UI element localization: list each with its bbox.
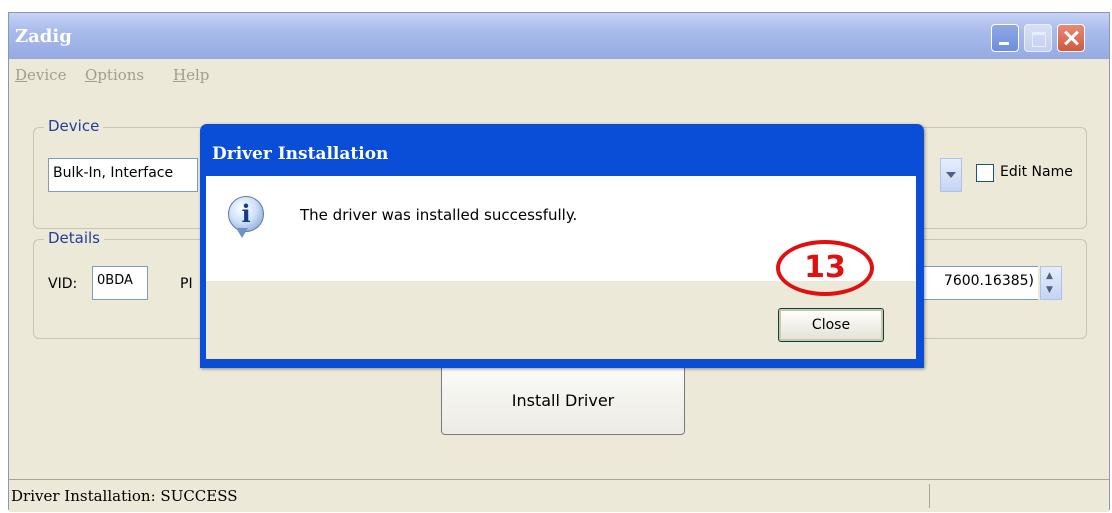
device-select[interactable]: Bulk-In, Interface [48, 158, 198, 192]
dialog-title: Driver Installation [212, 144, 389, 164]
driver-version-field[interactable]: 7600.16385) [914, 266, 1038, 300]
menu-bar: Device Options Help [9, 60, 1109, 88]
dropdown-arrow-icon[interactable] [940, 158, 962, 192]
menu-options[interactable]: Options [85, 66, 144, 84]
status-text: Driver Installation: SUCCESS [11, 487, 238, 505]
pid-label: PI [180, 276, 193, 292]
status-bar: Driver Installation: SUCCESS [9, 479, 1109, 512]
edit-name-checkbox[interactable] [976, 164, 994, 182]
device-group-label: Device [44, 117, 104, 135]
menu-help[interactable]: Help [173, 66, 209, 84]
vid-label: VID: [48, 276, 78, 292]
edit-name-label[interactable]: Edit Name [1000, 164, 1073, 180]
step-number-annotation: 13 [776, 240, 874, 296]
window-title: Zadig [15, 26, 72, 47]
spin-up-icon[interactable]: ▲ [1046, 271, 1053, 281]
install-driver-button[interactable]: Install Driver [441, 365, 685, 435]
close-window-button[interactable] [1057, 24, 1085, 52]
menu-device[interactable]: Device [15, 66, 66, 84]
spin-down-icon[interactable]: ▼ [1046, 285, 1053, 295]
dialog-message: The driver was installed successfully. [300, 206, 578, 224]
dialog-body: The driver was installed successfully. 1… [206, 176, 916, 359]
details-group-label: Details [44, 229, 105, 247]
status-divider [929, 484, 930, 508]
info-icon-tail [236, 228, 248, 238]
driver-installation-dialog: Driver Installation The driver was insta… [200, 124, 924, 368]
minimize-button[interactable] [991, 24, 1019, 52]
title-bar[interactable]: Zadig [9, 13, 1109, 59]
version-spinner[interactable]: ▲ ▼ [1040, 266, 1062, 300]
maximize-button[interactable] [1024, 24, 1052, 52]
dialog-close-button[interactable]: Close [778, 308, 884, 342]
vid-field[interactable]: 0BDA [92, 266, 148, 300]
info-icon [228, 196, 264, 232]
